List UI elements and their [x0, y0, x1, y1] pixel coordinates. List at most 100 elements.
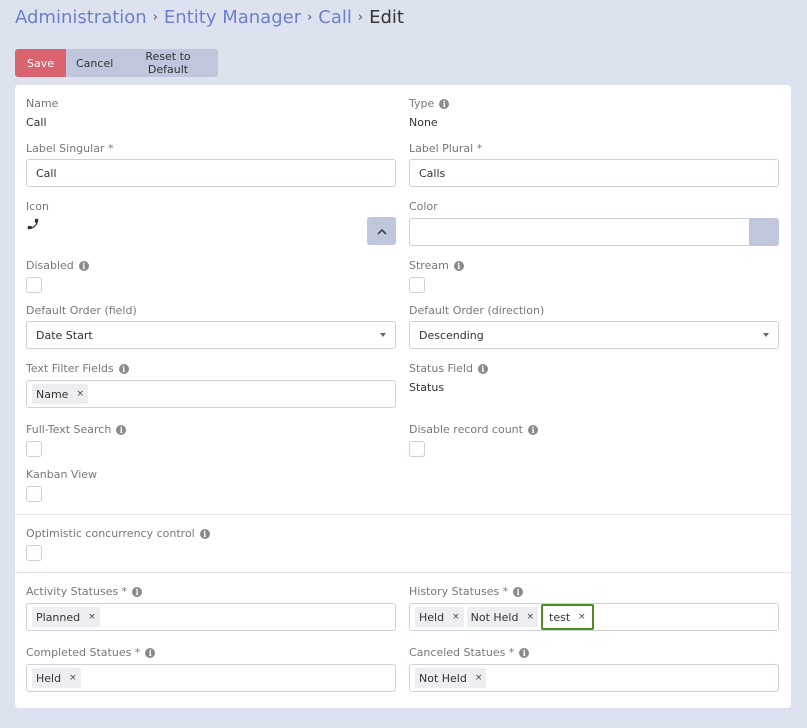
optimistic-concurrency-checkbox[interactable] — [26, 545, 42, 561]
text-filter-fields-label-text: Text Filter Fields — [26, 362, 114, 375]
entity-edit-panel: Name Call Type i None Label Singular * Ca… — [15, 85, 791, 708]
disabled-label: Disabled i — [26, 259, 89, 272]
status-field-label-text: Status Field — [409, 362, 473, 375]
tag-label: Held — [36, 671, 62, 685]
tag-item: Not Held × — [466, 607, 539, 627]
optimistic-concurrency-label-text: Optimistic concurrency control — [26, 527, 195, 540]
breadcrumb: Administration › Entity Manager › Call › Edit — [15, 6, 404, 32]
default-order-field-select[interactable]: Date Start — [26, 321, 396, 349]
tag-label: Name — [36, 387, 69, 401]
section-divider — [15, 572, 791, 573]
tag-item: Held × — [415, 607, 464, 627]
remove-tag-icon[interactable]: × — [76, 389, 84, 399]
default-order-field-value: Date Start — [36, 328, 93, 342]
remove-tag-icon[interactable]: × — [88, 612, 96, 622]
activity-statuses-label-text: Activity Statuses * — [26, 585, 128, 598]
breadcrumb-separator: › — [357, 10, 364, 25]
color-input[interactable] — [409, 218, 750, 246]
phone-icon — [27, 218, 39, 230]
history-statuses-label: History Statuses * i — [409, 585, 524, 598]
disable-record-count-label-text: Disable record count — [409, 423, 523, 436]
info-icon[interactable]: i — [513, 586, 524, 597]
breadcrumb-separator: › — [307, 10, 313, 25]
label-plural-label: Label Plural * — [409, 142, 483, 155]
reset-to-default-button[interactable]: Reset to Default — [118, 49, 218, 77]
info-icon[interactable]: i — [116, 424, 127, 435]
toolbar: Save Cancel Reset to Default — [15, 49, 218, 77]
label-plural-input[interactable]: Calls — [409, 159, 779, 187]
icon-picker-button[interactable] — [367, 217, 396, 245]
text-filter-fields-input[interactable]: Name × — [26, 380, 396, 408]
info-icon[interactable]: i — [132, 586, 143, 597]
default-order-direction-select[interactable]: Descending — [409, 321, 779, 349]
section-divider — [15, 514, 791, 515]
chevron-up-icon — [376, 228, 387, 235]
info-icon[interactable]: i — [477, 363, 488, 374]
full-text-search-checkbox[interactable] — [26, 441, 42, 457]
caret-down-icon — [380, 333, 386, 337]
activity-statuses-input[interactable]: Planned × — [26, 603, 396, 631]
label-singular-label: Label Singular * — [26, 142, 114, 155]
color-picker-button[interactable] — [749, 218, 779, 246]
completed-statuses-label: Completed Statues * i — [26, 646, 156, 659]
label-singular-input[interactable]: Call — [26, 159, 396, 187]
info-icon[interactable]: i — [199, 528, 210, 539]
history-statuses-label-text: History Statuses * — [409, 585, 509, 598]
canceled-statuses-input[interactable]: Not Held × — [409, 664, 779, 692]
default-order-field-label: Default Order (field) — [26, 304, 137, 317]
breadcrumb-separator: › — [152, 10, 158, 25]
disabled-checkbox[interactable] — [26, 277, 42, 293]
icon-label: Icon — [26, 200, 49, 213]
remove-tag-icon[interactable]: × — [526, 612, 534, 622]
color-label: Color — [409, 200, 438, 213]
tag-label: test — [549, 610, 571, 624]
save-button[interactable]: Save — [15, 49, 66, 77]
tag-label: Not Held — [419, 671, 467, 685]
stream-label-text: Stream — [409, 259, 449, 272]
type-label-text: Type — [409, 97, 435, 110]
optimistic-concurrency-label: Optimistic concurrency control i — [26, 527, 210, 540]
breadcrumb-call[interactable]: Call — [318, 7, 352, 28]
tag-label: Not Held — [470, 610, 519, 624]
name-label-text: Name — [26, 97, 59, 110]
remove-tag-icon[interactable]: × — [475, 673, 483, 683]
info-icon[interactable]: i — [78, 260, 89, 271]
full-text-search-label: Full-Text Search i — [26, 423, 127, 436]
info-icon[interactable]: i — [145, 647, 156, 658]
text-filter-fields-label: Text Filter Fields i — [26, 362, 129, 375]
default-order-direction-value: Descending — [419, 328, 484, 342]
completed-statuses-input[interactable]: Held × — [26, 664, 396, 692]
canceled-statuses-label-text: Canceled Statues * — [409, 646, 515, 659]
disable-record-count-checkbox[interactable] — [409, 441, 425, 457]
full-text-search-label-text: Full-Text Search — [26, 423, 112, 436]
status-field-label: Status Field i — [409, 362, 488, 375]
info-icon[interactable]: i — [439, 98, 450, 109]
completed-statuses-label-text: Completed Statues * — [26, 646, 141, 659]
kanban-view-checkbox[interactable] — [26, 486, 42, 502]
tag-item: Name × — [32, 384, 88, 404]
cancel-button[interactable]: Cancel — [66, 49, 118, 77]
status-field-value: Status — [409, 381, 445, 394]
info-icon[interactable]: i — [519, 647, 530, 658]
type-value: None — [409, 116, 438, 129]
remove-tag-icon[interactable]: × — [69, 673, 77, 683]
tag-label: Held — [419, 610, 445, 624]
info-icon[interactable]: i — [527, 424, 538, 435]
remove-tag-icon[interactable]: × — [578, 612, 586, 622]
canceled-statuses-label: Canceled Statues * i — [409, 646, 530, 659]
disabled-label-text: Disabled — [26, 259, 74, 272]
caret-down-icon — [763, 333, 769, 337]
activity-statuses-label: Activity Statuses * i — [26, 585, 143, 598]
info-icon[interactable]: i — [118, 363, 129, 374]
history-statuses-input[interactable]: Held × Not Held × test × — [409, 603, 779, 631]
breadcrumb-administration[interactable]: Administration — [15, 7, 147, 28]
info-icon[interactable]: i — [453, 260, 464, 271]
page-title: Edit — [369, 7, 404, 28]
breadcrumb-entity-manager[interactable]: Entity Manager — [164, 7, 301, 28]
stream-checkbox[interactable] — [409, 277, 425, 293]
tag-item: Not Held × — [415, 668, 487, 688]
remove-tag-icon[interactable]: × — [452, 612, 460, 622]
disable-record-count-label: Disable record count i — [409, 423, 538, 436]
tag-item-focused[interactable]: test × — [541, 604, 594, 630]
name-value: Call — [26, 116, 47, 129]
